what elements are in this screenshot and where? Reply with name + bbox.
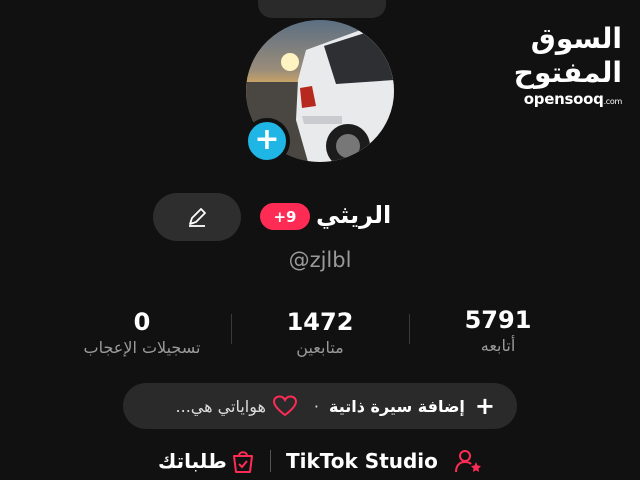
plus-icon: +: [254, 122, 280, 157]
edit-profile-button[interactable]: [153, 193, 241, 241]
heart-icon: [272, 395, 297, 417]
likes-label: تسجيلات الإعجاب: [83, 338, 201, 357]
bottom-divider: [270, 450, 271, 472]
add-photo-button[interactable]: +: [244, 118, 290, 164]
plus-icon: +: [474, 392, 495, 420]
following-label: أتابعه: [480, 336, 516, 355]
top-handle: [258, 0, 386, 18]
add-bio-label: إضافة سيرة ذاتية: [329, 396, 465, 416]
likes-count: 0: [133, 308, 151, 336]
watermark-arabic: السوق المفتوح: [513, 22, 622, 89]
bottom-actions: طلباتك TikTok Studio: [0, 446, 640, 476]
following-count: 5791: [464, 306, 532, 334]
orders-button[interactable]: طلباتك: [158, 446, 227, 476]
stat-divider: [231, 314, 232, 344]
hobbies-label: هواياتي هي...: [175, 396, 266, 416]
profile-name: الريثي: [316, 201, 392, 229]
followers-label: متابعين: [296, 338, 344, 357]
tiktok-studio-label: TikTok Studio: [286, 449, 438, 473]
followers-count: 1472: [286, 308, 354, 336]
stat-divider: [409, 314, 410, 344]
followers-stat[interactable]: 1472 متابعين: [270, 307, 370, 359]
shopping-bag-icon: [233, 451, 253, 473]
watermark-logo: السوق المفتوح opensooq.com: [447, 22, 623, 111]
add-bio-button[interactable]: هواياتي هي... · إضافة سيرة ذاتية +: [123, 383, 517, 429]
bio-separator: ·: [313, 396, 320, 416]
notification-badge[interactable]: +9: [260, 203, 310, 230]
likes-stat[interactable]: 0 تسجيلات الإعجاب: [62, 307, 222, 359]
profile-username: @zjlbl: [288, 248, 352, 272]
pencil-icon: [189, 208, 206, 227]
following-stat[interactable]: 5791 أتابعه: [448, 305, 548, 357]
orders-label: طلباتك: [158, 449, 227, 473]
tiktok-studio-button[interactable]: TikTok Studio: [286, 446, 438, 476]
watermark-latin: opensooq.com: [523, 90, 623, 108]
user-star-icon: [455, 450, 481, 473]
